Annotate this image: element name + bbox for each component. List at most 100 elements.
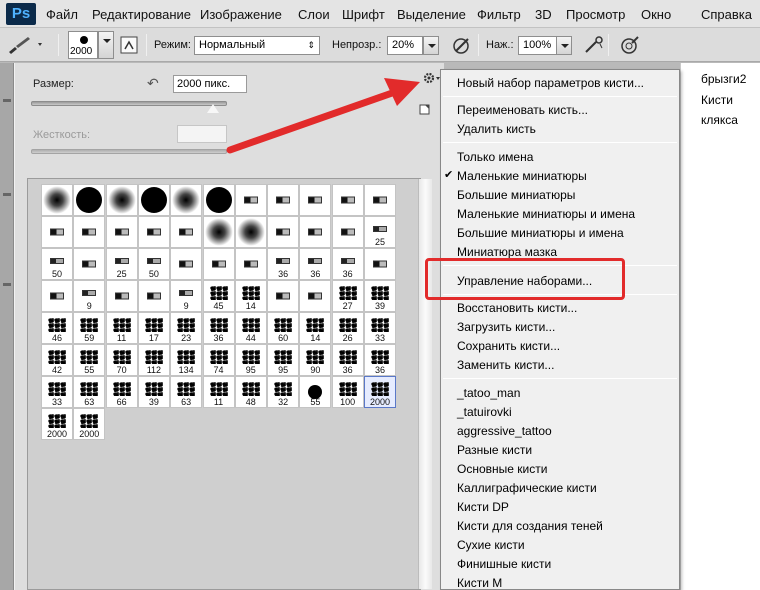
brush-preset-tile[interactable]: 63: [170, 376, 203, 408]
brush-preset-tile[interactable]: 26: [331, 312, 364, 344]
brush-preset-tile[interactable]: [202, 248, 235, 280]
brush-preset-tile[interactable]: 63: [73, 376, 106, 408]
brush-preset-tile[interactable]: 66: [105, 376, 138, 408]
brush-preset-tile[interactable]: 39: [137, 376, 170, 408]
menu-item-large-list[interactable]: Большие миниатюры и имена: [457, 226, 624, 240]
brush-preset-tile[interactable]: [234, 216, 267, 248]
brush-preset-tile[interactable]: [41, 280, 73, 312]
menu-window[interactable]: Окно: [641, 7, 671, 22]
brush-preset-tile[interactable]: 36: [364, 344, 396, 376]
menu-select[interactable]: Выделение: [397, 7, 466, 22]
menu-item-brush-set[interactable]: Каллиграфические кисти: [457, 481, 597, 495]
menu-layers[interactable]: Слои: [298, 7, 330, 22]
brush-preset-tile[interactable]: [267, 184, 300, 216]
brush-preset-tile[interactable]: 2000: [364, 376, 396, 408]
menu-file[interactable]: Файл: [46, 7, 78, 22]
size-slider-knob[interactable]: [207, 104, 219, 113]
brush-preset-tile[interactable]: [331, 216, 364, 248]
menu-filter[interactable]: Фильтр: [477, 7, 521, 22]
brush-preset-tile[interactable]: 9: [170, 280, 203, 312]
menu-3d[interactable]: 3D: [535, 7, 552, 22]
brush-preset-tile[interactable]: [73, 216, 106, 248]
brush-preset-tile[interactable]: 60: [267, 312, 300, 344]
pressure-size-icon[interactable]: [618, 34, 642, 56]
menu-item-delete[interactable]: Удалить кисть: [457, 122, 536, 136]
brush-preset-tile[interactable]: 14: [234, 280, 267, 312]
brush-preset-tile[interactable]: 48: [234, 376, 267, 408]
brush-preset-tile[interactable]: 11: [105, 312, 138, 344]
menu-item-brush-set[interactable]: Сухие кисти: [457, 538, 525, 552]
brush-preset-tile[interactable]: 50: [137, 248, 170, 280]
brush-preset-tile[interactable]: [202, 216, 235, 248]
menu-type[interactable]: Шрифт: [342, 7, 385, 22]
brush-preset-tile[interactable]: 45: [202, 280, 235, 312]
menu-item-text-only[interactable]: Только имена: [457, 150, 533, 164]
brush-preset-tile[interactable]: 17: [137, 312, 170, 344]
brush-preset-picker[interactable]: 2000: [68, 31, 98, 59]
brush-preset-tile[interactable]: 100: [331, 376, 364, 408]
menu-item-rename[interactable]: Переименовать кисть...: [457, 103, 588, 117]
brush-preset-tile[interactable]: [170, 216, 203, 248]
brush-preset-tile[interactable]: 50: [41, 248, 73, 280]
brush-preset-tile[interactable]: 36: [267, 248, 300, 280]
brush-preset-tile[interactable]: [137, 216, 170, 248]
brush-preset-tile[interactable]: 59: [73, 312, 106, 344]
menu-item-small-list[interactable]: Маленькие миниатюры и имена: [457, 207, 635, 221]
menu-view[interactable]: Просмотр: [566, 7, 625, 22]
menu-help[interactable]: Справка: [701, 7, 752, 22]
brush-preset-tile[interactable]: [202, 184, 235, 216]
brush-preset-tile[interactable]: 2000: [73, 408, 106, 440]
brush-preset-tile[interactable]: 95: [267, 344, 300, 376]
brush-panel-toggle-icon[interactable]: [118, 34, 142, 56]
mode-select[interactable]: Нормальный ⇕: [194, 36, 320, 55]
brush-preset-tile[interactable]: 11: [202, 376, 235, 408]
brush-preset-tile[interactable]: [234, 184, 267, 216]
menu-item-save-brushes[interactable]: Сохранить кисти...: [457, 339, 560, 353]
brush-preset-tile[interactable]: 44: [234, 312, 267, 344]
brush-preset-tile[interactable]: [364, 248, 396, 280]
new-preset-icon[interactable]: [419, 103, 431, 115]
menu-item-new-preset[interactable]: Новый набор параметров кисти...: [457, 76, 644, 90]
brush-tool-icon[interactable]: [6, 34, 42, 56]
brush-preset-tile[interactable]: 95: [234, 344, 267, 376]
brush-preset-tile[interactable]: 46: [41, 312, 73, 344]
brush-preset-tile[interactable]: 14: [299, 312, 332, 344]
brush-preset-tile[interactable]: 25: [364, 216, 396, 248]
brush-preset-tile[interactable]: [73, 184, 106, 216]
menu-item-brush-set[interactable]: _tatoo_man: [457, 386, 520, 400]
menu-item-brush-set[interactable]: Основные кисти: [457, 462, 547, 476]
brush-preset-tile[interactable]: 36: [299, 248, 332, 280]
size-slider[interactable]: [31, 101, 227, 106]
brush-preset-tile[interactable]: [105, 184, 138, 216]
hardness-input[interactable]: [177, 125, 227, 143]
brush-preset-tile[interactable]: [364, 184, 396, 216]
airbrush-icon[interactable]: [582, 34, 606, 56]
brush-preset-tile[interactable]: 32: [267, 376, 300, 408]
menu-image[interactable]: Изображение: [200, 7, 282, 22]
gear-icon[interactable]: [421, 69, 441, 87]
brush-preset-tile[interactable]: [137, 280, 170, 312]
menu-item-brush-set[interactable]: aggressive_tattoo: [457, 424, 552, 438]
preset-scrollbar[interactable]: [418, 179, 432, 589]
brush-preset-tile[interactable]: [105, 216, 138, 248]
list-item[interactable]: клякса: [701, 113, 738, 127]
brush-preset-tile[interactable]: [170, 184, 203, 216]
size-input[interactable]: 2000 пикс.: [173, 75, 247, 93]
menu-item-reset-brushes[interactable]: Восстановить кисти...: [457, 301, 577, 315]
menu-item-brush-set[interactable]: Кисти для создания теней: [457, 519, 603, 533]
menu-item-brush-set[interactable]: Финишные кисти: [457, 557, 551, 571]
brush-preset-tile[interactable]: 134: [170, 344, 203, 376]
menu-item-large-thumbs[interactable]: Большие миниатюры: [457, 188, 575, 202]
brush-preset-tile[interactable]: 55: [299, 376, 332, 408]
list-item[interactable]: брызги2: [701, 72, 746, 86]
brush-preset-tile[interactable]: 23: [170, 312, 203, 344]
brush-preset-tile[interactable]: 25: [105, 248, 138, 280]
brush-preset-tile[interactable]: 74: [202, 344, 235, 376]
brush-preset-tile[interactable]: 55: [73, 344, 106, 376]
menu-item-replace-brushes[interactable]: Заменить кисти...: [457, 358, 554, 372]
menu-edit[interactable]: Редактирование: [92, 7, 191, 22]
brush-preset-tile[interactable]: [267, 216, 300, 248]
menu-item-load-brushes[interactable]: Загрузить кисти...: [457, 320, 555, 334]
brush-preset-tile[interactable]: [105, 280, 138, 312]
opacity-dropdown[interactable]: [423, 36, 439, 55]
